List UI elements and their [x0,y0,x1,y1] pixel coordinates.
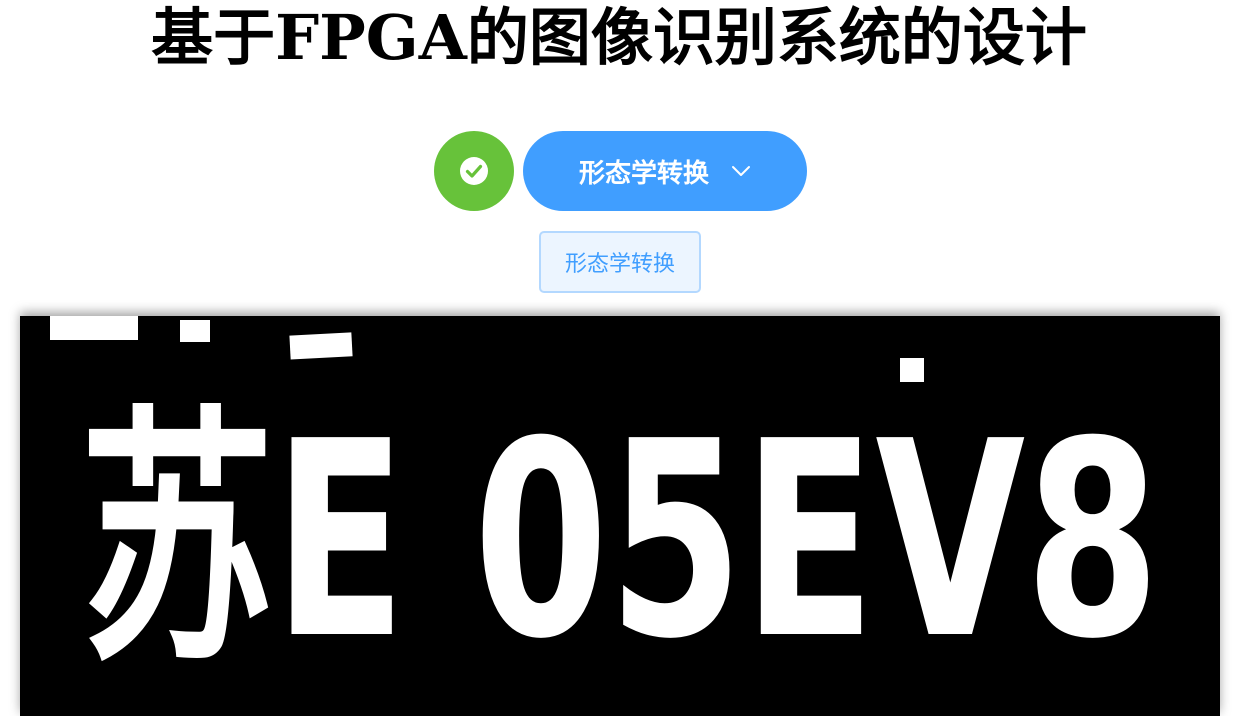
mode-dropdown-value: 形态学转换 [578,158,709,189]
chevron-down-icon [732,166,750,176]
mode-tag-button[interactable]: 形态学转换 [539,231,701,293]
plate-text: 苏E 05EV8 [80,383,1160,698]
page-title: 基于FPGA的图像识别系统的设计 [151,1,1087,74]
result-image-panel: 苏E 05EV8 [20,316,1220,716]
check-circle-icon [460,157,488,185]
mode-dropdown[interactable]: 形态学转换 [523,131,807,211]
morphology-result-image: 苏E 05EV8 [20,316,1220,716]
mode-tag-label: 形态学转换 [564,252,675,277]
toolbar: 形态学转换 [434,131,807,211]
status-indicator[interactable] [434,131,514,211]
